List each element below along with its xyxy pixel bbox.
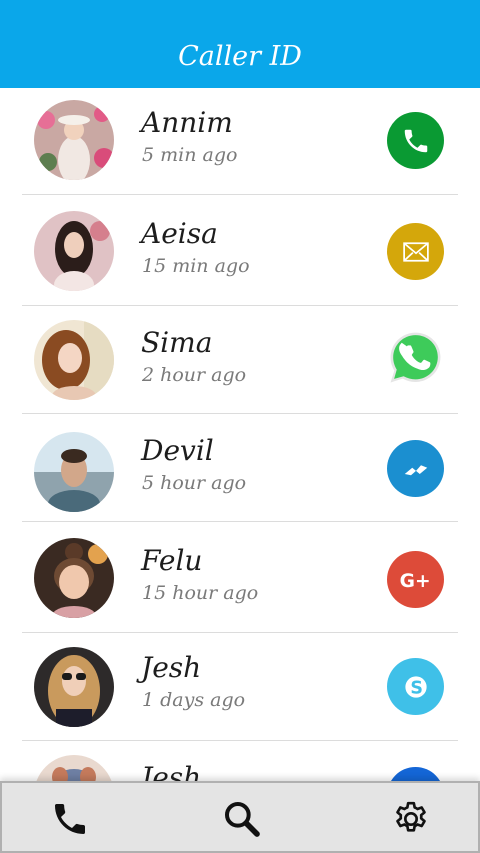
gear-icon	[396, 801, 426, 832]
contact-time: 1 days ago	[142, 689, 246, 711]
app-header: Caller ID	[0, 0, 480, 88]
message-button[interactable]	[387, 223, 444, 280]
mail-icon	[402, 241, 429, 262]
nav-settings[interactable]	[387, 795, 435, 843]
list-item[interactable]: Felu 15 hour ago G+	[0, 522, 480, 633]
contact-name: Jesh	[141, 761, 202, 781]
messenger-icon	[404, 464, 427, 475]
avatar	[34, 755, 114, 781]
search-icon	[225, 802, 260, 837]
contact-time: 5 hour ago	[142, 472, 247, 494]
list-item[interactable]: Jesh	[0, 741, 480, 781]
page-title: Caller ID	[178, 40, 302, 72]
bottom-navigation	[0, 781, 480, 853]
avatar	[34, 100, 114, 180]
messenger-button[interactable]	[387, 440, 444, 497]
list-item[interactable]: Jesh 1 days ago S	[0, 633, 480, 741]
contact-name: Felu	[141, 544, 203, 577]
whatsapp-icon	[390, 332, 441, 383]
avatar	[34, 647, 114, 727]
contact-name: Aeisa	[141, 217, 218, 250]
list-item[interactable]: Annim 5 min ago	[0, 88, 480, 195]
contact-list[interactable]: Annim 5 min ago Aeisa 15 min ago Sima 2 …	[0, 88, 480, 781]
contact-name: Jesh	[141, 651, 202, 684]
contact-name: Annim	[141, 106, 233, 139]
list-item[interactable]: Devil 5 hour ago	[0, 414, 480, 522]
list-item[interactable]: Sima 2 hour ago	[0, 306, 480, 414]
contact-time: 5 min ago	[142, 144, 238, 166]
nav-search[interactable]	[218, 795, 266, 843]
avatar	[34, 211, 114, 291]
list-item[interactable]: Aeisa 15 min ago	[0, 195, 480, 306]
whatsapp-button[interactable]	[387, 329, 444, 386]
avatar	[34, 538, 114, 618]
contact-name: Sima	[141, 326, 213, 359]
nav-calls[interactable]	[46, 795, 94, 843]
contact-time: 15 min ago	[142, 255, 250, 277]
facebook-button[interactable]	[387, 767, 444, 781]
google-plus-icon: G+	[399, 571, 430, 592]
skype-button[interactable]: S	[387, 658, 444, 715]
avatar	[34, 432, 114, 512]
contact-name: Devil	[141, 434, 214, 467]
contact-time: 15 hour ago	[142, 582, 259, 604]
google-plus-button[interactable]: G+	[387, 551, 444, 608]
call-button[interactable]	[387, 112, 444, 169]
contact-time: 2 hour ago	[142, 364, 247, 386]
svg-text:S: S	[410, 678, 423, 698]
phone-icon	[404, 129, 427, 152]
svg-text:G+: G+	[399, 571, 430, 592]
phone-icon	[55, 804, 85, 834]
avatar	[34, 320, 114, 400]
skype-icon: S	[404, 675, 427, 698]
